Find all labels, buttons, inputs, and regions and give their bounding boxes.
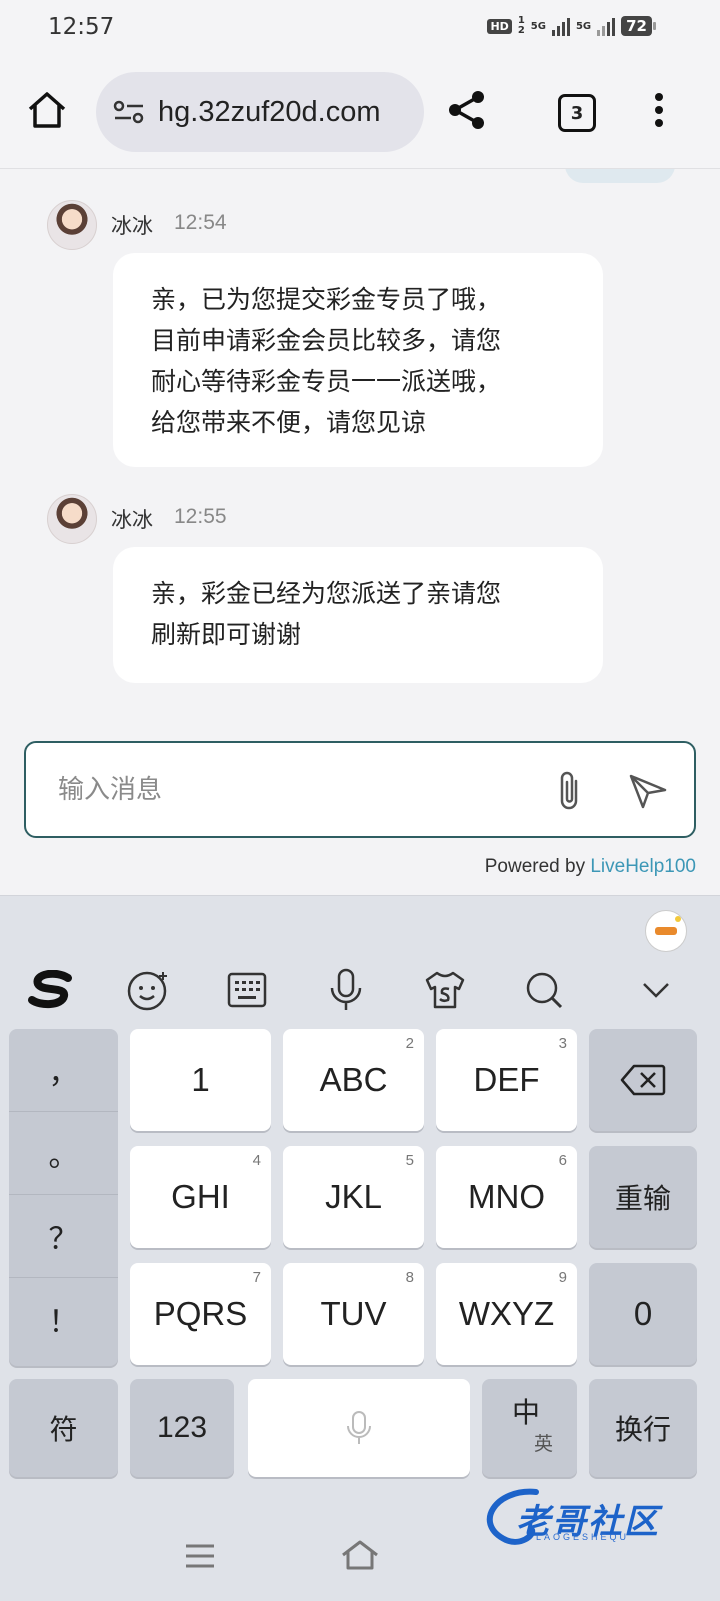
key-label: MNO [468,1178,545,1215]
message-line: 目前申请彩金会员比较多，请您 [151,326,502,355]
network-type-2: 5G [575,20,592,32]
punct-question-key[interactable]: ？ [9,1195,118,1278]
status-bar: 12:57 HD 1 2 5G 5G 72 [0,0,720,56]
key-label: PQRS [153,1295,248,1332]
key-digit: 8 [405,1269,414,1286]
key-1[interactable]: 1 [130,1029,271,1131]
symbols-key[interactable]: 符 [9,1379,118,1477]
key-digit: 7 [252,1269,261,1286]
key-wxyz[interactable]: WXYZ 9 [436,1263,577,1365]
skin-icon[interactable] [423,968,467,1012]
key-abc[interactable]: ABC 2 [283,1029,424,1131]
home-icon[interactable] [26,90,68,134]
key-jkl[interactable]: JKL 5 [283,1146,424,1248]
message-line: 耐心等待彩金专员一一派送哦， [151,367,502,396]
message-bubble: 亲，彩金已经为您派送了亲请您 刷新即可谢谢 [113,547,603,683]
menu-icon[interactable] [184,1543,216,1573]
punct-period-key[interactable]: 。 [9,1112,118,1195]
message-sender: 冰冰 [111,214,153,238]
network-type-1: 5G [530,20,546,32]
key-digit: 3 [558,1035,567,1052]
key-label: WXYZ [458,1295,555,1332]
numbers-key[interactable]: 123 [130,1379,234,1477]
reenter-key[interactable]: 重输 [589,1146,697,1248]
message-line: 亲，已为您提交彩金专员了哦， [151,285,502,314]
enter-key[interactable]: 换行 [589,1379,697,1477]
sogou-logo-icon[interactable] [26,968,74,1012]
key-label: GHI [171,1178,230,1215]
key-tuv[interactable]: TUV 8 [283,1263,424,1365]
message-line: 给您带来不便，请您见谅 [151,408,427,437]
watermark-subtext: LAOGESHEQU [536,1532,630,1542]
lang-sub-label: 英 [534,1433,554,1455]
key-mno[interactable]: MNO 6 [436,1146,577,1248]
message-line: 亲，彩金已经为您派送了亲请您 [151,579,502,608]
signal-icon [551,16,570,36]
message-time: 12:54 [174,211,227,234]
powered-by: Powered by LiveHelp100 [485,856,696,878]
signal-icon [597,16,616,36]
message-bubble: 亲，已为您提交彩金专员了哦， 目前申请彩金会员比较多，请您 耐心等待彩金专员一一… [113,253,603,467]
collapse-icon[interactable] [634,968,678,1012]
message-sender: 冰冰 [111,508,153,532]
punctuation-column: ， 。 ？ ！ [9,1029,118,1366]
punct-exclaim-key[interactable]: ！ [9,1278,118,1360]
backspace-key[interactable] [589,1029,697,1131]
key-digit: 6 [558,1152,567,1169]
key-pqrs[interactable]: PQRS 7 [130,1263,271,1365]
key-0[interactable]: 0 [589,1263,697,1365]
voice-input-icon [347,1411,371,1444]
battery-icon: 72 [621,16,656,36]
nav-home-icon[interactable] [340,1539,380,1575]
keyboard-icon[interactable] [225,968,269,1012]
backspace-icon [620,1064,666,1096]
agent-avatar [47,494,97,544]
hd-voice-icon: HD [487,18,512,34]
punct-comma-key[interactable]: ， [9,1029,118,1112]
attachment-icon[interactable] [552,769,586,817]
browser-toolbar: hg.32zuf20d.com 3 [0,56,720,169]
emoji-icon[interactable] [126,968,170,1012]
powered-by-prefix: Powered by [484,856,591,877]
key-ghi[interactable]: GHI 4 [130,1146,271,1248]
share-icon[interactable] [446,89,488,135]
tab-switcher-button[interactable]: 3 [558,94,596,132]
key-digit: 4 [252,1152,261,1169]
message-input[interactable]: 输入消息 [58,769,162,806]
microphone-icon[interactable] [324,968,368,1012]
key-label: DEF [473,1061,540,1098]
space-key[interactable] [248,1379,470,1477]
url-bar[interactable]: hg.32zuf20d.com [96,72,424,152]
more-icon[interactable] [654,92,664,132]
send-icon[interactable] [628,773,668,813]
message-composer: 输入消息 [24,741,696,838]
previous-message-bubble [565,169,675,183]
key-label: JKL [325,1178,382,1215]
key-def[interactable]: DEF 3 [436,1029,577,1131]
agent-avatar [47,200,97,250]
url-text[interactable]: hg.32zuf20d.com [158,96,380,129]
key-digit: 2 [405,1035,414,1052]
key-digit: 5 [405,1152,414,1169]
key-label: 1 [191,1061,210,1098]
lang-main-label: 中 [512,1396,541,1429]
livehelp-link[interactable]: LiveHelp100 [590,856,696,877]
message-time: 12:55 [174,505,227,528]
site-settings-icon[interactable] [112,97,146,127]
status-time: 12:57 [48,14,115,40]
search-icon[interactable] [522,968,566,1012]
key-label: TUV [320,1295,387,1332]
sim2-label: 2 [517,25,525,36]
mascot-icon[interactable] [645,910,687,952]
message-line: 刷新即可谢谢 [151,620,302,649]
language-switch-key[interactable]: 中 英 [482,1379,577,1477]
status-icons: HD 1 2 5G 5G 72 [487,16,656,36]
key-label: ABC [319,1061,388,1098]
key-digit: 9 [558,1269,567,1286]
